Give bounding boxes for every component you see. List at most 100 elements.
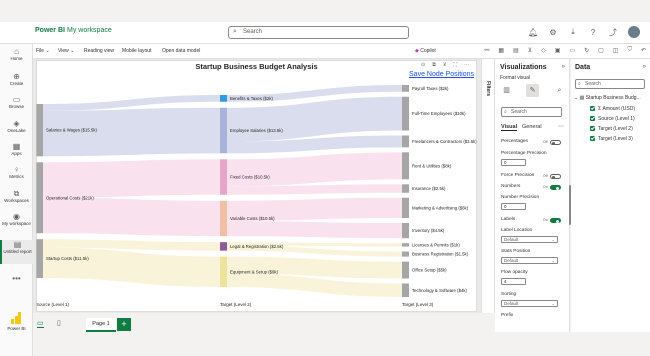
button-icon[interactable]: ▭	[569, 47, 575, 54]
filter-icon[interactable]: ⊻	[528, 47, 532, 54]
bookmark-icon[interactable]: ⛉	[627, 47, 632, 54]
label-location-select[interactable]: Default ⌄	[501, 236, 558, 243]
checkbox-checked-icon	[590, 116, 595, 121]
sorting-select[interactable]: Default ⌄	[501, 300, 558, 307]
format-search-input[interactable]: ⌕ Search	[501, 107, 562, 117]
data-search-input[interactable]: ⌕ Search	[575, 79, 645, 89]
power-bi-logo-icon	[11, 312, 21, 324]
format-visual-icon[interactable]: ✎	[526, 84, 539, 97]
number-precision-input[interactable]: 0	[501, 203, 526, 210]
label-location-row: Label Location	[501, 228, 533, 233]
page-tabs-bar: ▭ ▯ Page 1 +	[33, 313, 495, 356]
help-icon[interactable]: ?	[588, 28, 598, 37]
save-node-positions-link[interactable]: Save Node Positions	[409, 71, 474, 78]
nav-more[interactable]: •••	[0, 274, 33, 283]
percentage-precision-input[interactable]: 0	[501, 159, 526, 166]
table-node[interactable]: ⌄ ▦ Startup Business Budg...	[574, 95, 641, 101]
sankey-visual[interactable]: ⊙ ⧉ ⊻ ⛶ ⋯ Salaries & Wages ($15.5k) Opera…	[36, 60, 477, 312]
level3-node-label: Licenses & Permits ($1k)	[412, 242, 460, 247]
undo-icon[interactable]: ↶	[641, 47, 646, 54]
level3-node-label: Office Setup ($5k)	[412, 268, 447, 273]
search-icon: ⌕	[578, 81, 581, 87]
labels-row: Labels On	[501, 217, 563, 223]
percentages-toggle[interactable]: Off	[543, 140, 561, 145]
desktop-view-icon[interactable]: ▭	[37, 319, 44, 328]
more-icon: •••	[12, 274, 21, 283]
force-precision-toggle[interactable]: Off	[543, 174, 561, 179]
download-icon[interactable]: ⤓	[568, 27, 578, 37]
flow-level2-level3	[227, 96, 402, 142]
flow-level1-level2	[43, 159, 220, 198]
ribbon-file[interactable]: File ⌄	[36, 48, 50, 54]
nav-metrics[interactable]: ♀ Metrics	[0, 165, 33, 179]
flow-opacity-input[interactable]: 4	[501, 278, 526, 285]
nav-onelake[interactable]: ◈ OneLake	[0, 119, 33, 133]
folder-icon: ▭	[12, 95, 21, 104]
save-icon[interactable]: ▢	[598, 47, 604, 54]
filters-pane-collapsed[interactable]: Filters	[481, 59, 495, 313]
visualizations-title: Visualizations	[500, 64, 547, 71]
share-icon[interactable]: ⤴	[608, 27, 618, 38]
more-options-icon[interactable]: ⋯	[558, 123, 564, 130]
field-target-level-3[interactable]: Target (Level 3)	[590, 136, 633, 142]
level3-node-label: Marketing & Advertising ($6k)	[412, 205, 469, 210]
field-amount[interactable]: Σ Amount (USD)	[590, 106, 635, 112]
mobile-view-icon[interactable]: ▯	[57, 319, 61, 327]
ribbon-open-data-model[interactable]: Open data model	[162, 48, 200, 54]
format-options-list: Percentages Off Percentage Precision 0 Fo…	[501, 139, 563, 329]
workspace-breadcrumb[interactable]: My workspace	[67, 27, 112, 34]
level2-node	[220, 159, 227, 195]
build-visual-icon[interactable]: ▥	[500, 84, 513, 97]
field-target-level-2[interactable]: Target (Level 2)	[590, 126, 633, 132]
collapse-pane-icon[interactable]: »	[562, 64, 565, 70]
nav-home[interactable]: ⌂ Home	[0, 47, 33, 61]
ribbon-view[interactable]: View ⌄	[58, 48, 74, 54]
bell-icon[interactable]: 🔔︎	[528, 28, 538, 37]
nav-workspaces[interactable]: ⧉ Workspaces	[0, 189, 33, 203]
level3-node	[402, 223, 409, 239]
refresh-icon[interactable]: ↻	[584, 47, 589, 54]
power-bi-app: Power BI My workspace ⌕ Search 🔔︎ ⚙ ⤓ ? …	[0, 0, 650, 356]
apps-icon: ▦	[12, 142, 21, 151]
stats-position-select[interactable]: Default ⌄	[501, 257, 558, 264]
image-icon[interactable]: ▣	[555, 47, 561, 54]
gear-icon[interactable]: ⚙	[548, 28, 558, 37]
nav-my-workspace[interactable]: ◉ My workspace	[0, 212, 33, 226]
column-label: Target (Level 3)	[402, 302, 434, 307]
table-icon[interactable]: ▦	[498, 47, 504, 54]
visualizations-pane: Visualizations » Format visual ▥ ✎ ⌕ ⌕ S…	[495, 59, 570, 332]
shapes-icon[interactable]: ◇	[541, 47, 546, 54]
percentages-row: Percentages Off	[501, 139, 563, 145]
nav-create[interactable]: ⊕ Create	[0, 72, 33, 86]
analytics-icon[interactable]: ⌕	[553, 84, 566, 97]
copilot-button[interactable]: ◆ Copilot	[415, 48, 436, 54]
tab-general[interactable]: General	[522, 124, 542, 130]
level3-node-label: Insurance ($2.5k)	[412, 186, 446, 191]
add-page-button[interactable]: +	[117, 318, 131, 331]
data-title: Data	[575, 64, 591, 71]
tab-visual[interactable]: Visual	[501, 124, 518, 131]
global-search-input[interactable]: ⌕ Search	[228, 26, 409, 39]
ribbon-mobile-layout[interactable]: Mobile layout	[122, 48, 151, 54]
table-icon: ▦	[579, 95, 585, 101]
avatar[interactable]	[628, 26, 640, 38]
nav-apps[interactable]: ▦ Apps	[0, 142, 33, 156]
home-icon: ⌂	[14, 47, 19, 56]
field-source-level-1[interactable]: Source (Level 1)	[590, 116, 635, 122]
nav-untitled-report[interactable]: ▤ Untitled report	[0, 240, 33, 264]
ribbon-reading-view[interactable]: Reading view	[84, 48, 114, 54]
collapse-pane-icon[interactable]: »	[643, 64, 646, 70]
numbers-row: Numbers On	[501, 184, 563, 190]
level3-node	[402, 251, 409, 257]
comment-icon[interactable]: ◫	[613, 47, 619, 54]
filters-label: Filters	[485, 81, 491, 97]
numbers-toggle[interactable]: On	[543, 185, 561, 190]
app-brand[interactable]: Power BI	[35, 27, 65, 34]
labels-toggle[interactable]: On	[543, 218, 561, 223]
nav-browse[interactable]: ▭ Browse	[0, 95, 33, 109]
binoculars-icon[interactable]: ⚯	[484, 47, 489, 54]
level3-node	[402, 135, 409, 148]
textbox-icon[interactable]: ▤	[513, 47, 519, 54]
level2-node	[220, 242, 227, 251]
page-tab-1[interactable]: Page 1	[86, 318, 116, 332]
